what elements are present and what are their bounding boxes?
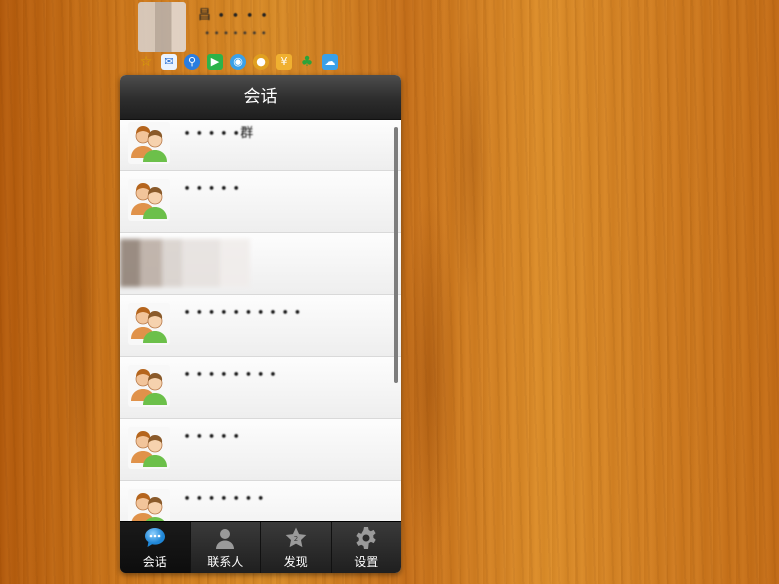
- tab-conversations[interactable]: 会话: [120, 522, 191, 573]
- group-avatar-icon: [128, 303, 170, 345]
- conversation-item[interactable]: [120, 233, 401, 295]
- conversation-item[interactable]: ∙ ∙ ∙ ∙ ∙: [120, 171, 401, 233]
- conversation-name: ∙ ∙ ∙ ∙ ∙ ∙ ∙ ∙ ∙ ∙: [183, 305, 302, 320]
- group-avatar-icon: [128, 365, 170, 407]
- tab-settings[interactable]: 设置: [332, 522, 402, 573]
- mail-icon[interactable]: ✉: [161, 54, 177, 70]
- conversation-item[interactable]: ∙ ∙ ∙ ∙ ∙ ∙ ∙ ∙: [120, 357, 401, 419]
- conversation-window: 会话 ∙ ∙ ∙ ∙ ∙群 ∙ ∙ ∙ ∙ ∙ ∙ ∙ ∙ ∙ ∙ ∙ ∙ ∙ …: [120, 75, 401, 573]
- conversation-item[interactable]: ∙ ∙ ∙ ∙ ∙ ∙ ∙ ∙ ∙ ∙: [120, 295, 401, 357]
- window-title: 会话: [120, 75, 401, 120]
- wallet-icon[interactable]: ¥: [276, 54, 292, 70]
- conversation-item[interactable]: ∙ ∙ ∙ ∙ ∙群: [120, 120, 401, 171]
- tab-label: 设置: [354, 554, 379, 569]
- tab-contacts[interactable]: 联系人: [191, 522, 261, 573]
- group-avatar-icon: [128, 179, 170, 221]
- group-avatar-icon: [128, 427, 170, 469]
- profile-header: 昌 ∙ ∙ ∙ ∙ ∙ ∙ ∙ ∙ ∙ ∙ ∙: [138, 2, 398, 54]
- person-icon: [216, 528, 235, 549]
- browser-icon[interactable]: ◉: [230, 54, 246, 70]
- signature[interactable]: ∙ ∙ ∙ ∙ ∙ ∙ ∙: [204, 28, 267, 39]
- nickname[interactable]: 昌 ∙ ∙ ∙ ∙: [198, 4, 269, 23]
- conversation-name: ∙ ∙ ∙ ∙ ∙: [183, 429, 241, 444]
- tab-discover[interactable]: 2 发现: [261, 522, 332, 573]
- conversation-name: ∙ ∙ ∙ ∙ ∙ ∙ ∙: [183, 491, 265, 506]
- scrollbar[interactable]: [394, 127, 398, 383]
- tab-bar: 会话 联系人 2 发现 设置: [120, 521, 401, 573]
- conversation-name: ∙ ∙ ∙ ∙ ∙: [183, 181, 241, 196]
- favorite-icon[interactable]: ☆: [138, 54, 154, 70]
- play-icon[interactable]: ▶: [207, 54, 223, 70]
- group-avatar-icon: [128, 489, 170, 522]
- conversation-name: ∙ ∙ ∙ ∙ ∙ ∙ ∙ ∙: [183, 367, 278, 382]
- search-icon[interactable]: ⚲: [184, 54, 200, 70]
- tab-label: 联系人: [207, 554, 244, 569]
- star-icon: 2: [285, 527, 307, 547]
- conversation-name: ∙ ∙ ∙ ∙ ∙群: [183, 126, 254, 141]
- chat-bubble-icon: [144, 527, 165, 547]
- conversation-item[interactable]: ∙ ∙ ∙ ∙ ∙: [120, 419, 401, 481]
- tab-label: 发现: [283, 554, 308, 569]
- avatar[interactable]: [138, 2, 186, 52]
- conversation-list[interactable]: ∙ ∙ ∙ ∙ ∙群 ∙ ∙ ∙ ∙ ∙ ∙ ∙ ∙ ∙ ∙ ∙ ∙ ∙ ∙ ∙…: [120, 120, 401, 522]
- game-icon[interactable]: ●: [253, 54, 269, 70]
- conversation-item[interactable]: ∙ ∙ ∙ ∙ ∙ ∙ ∙: [120, 481, 401, 522]
- svg-text:2: 2: [294, 535, 298, 543]
- gear-icon: [356, 526, 376, 549]
- tab-label: 会话: [142, 554, 167, 569]
- pixelated-contact: [120, 239, 250, 287]
- group-avatar-icon: [128, 122, 170, 164]
- app-icon-bar: ☆ ✉ ⚲ ▶ ◉ ● ¥ ♣ ☁: [138, 54, 338, 70]
- cloud-icon[interactable]: ☁: [322, 54, 338, 70]
- clover-icon[interactable]: ♣: [299, 54, 315, 70]
